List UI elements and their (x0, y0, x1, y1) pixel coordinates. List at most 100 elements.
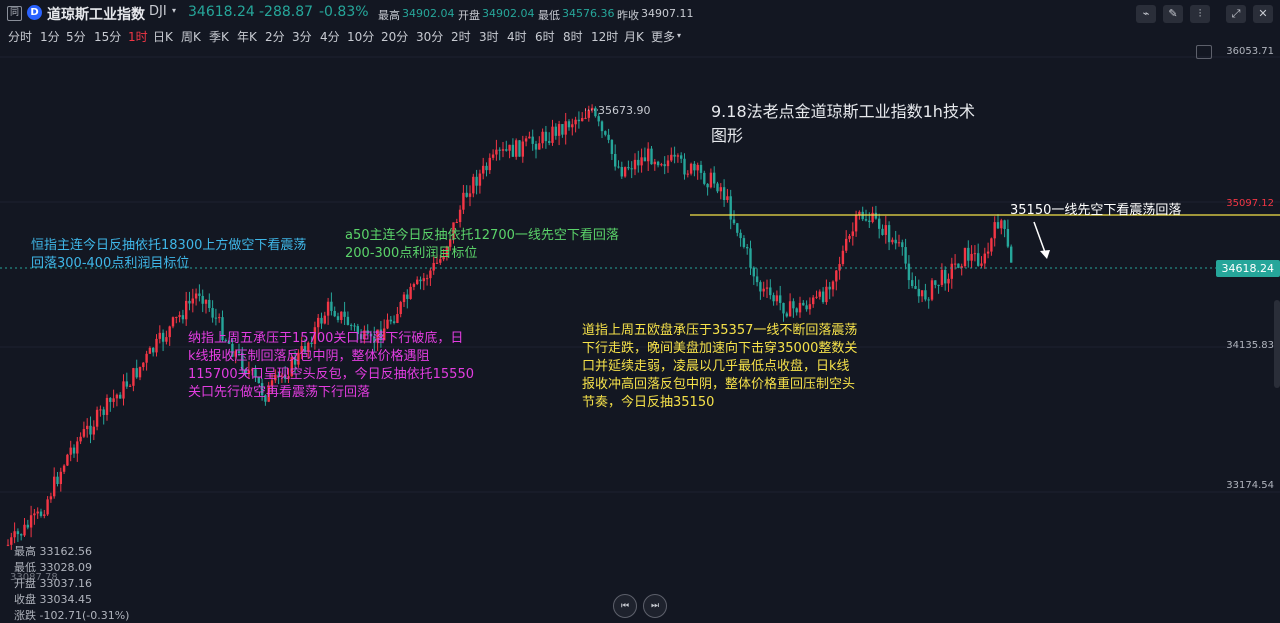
candle-body (399, 302, 402, 315)
candle-body (620, 167, 623, 177)
candle-body (472, 176, 475, 194)
candle-body (336, 316, 340, 320)
candle-body (125, 381, 128, 387)
candle-body (389, 319, 392, 322)
interval-tab[interactable]: 月K (624, 28, 644, 45)
skip-back-icon[interactable]: ⏮ (613, 594, 637, 618)
candle-body (152, 347, 155, 353)
interval-tab[interactable]: 2时 (451, 28, 471, 45)
candle-body (148, 347, 152, 354)
candle-body (963, 247, 967, 267)
candle-body (577, 119, 581, 122)
candle-body (145, 353, 148, 363)
expand-icon[interactable]: ⤢ (1226, 5, 1246, 23)
interval-tab[interactable]: 日K (153, 28, 173, 45)
interval-tab[interactable]: 5分 (66, 28, 86, 45)
candle-body (884, 225, 887, 235)
interval-tab[interactable]: 12时 (591, 28, 618, 45)
symbol-name[interactable]: 道琼斯工业指数 (47, 4, 145, 24)
pencil-icon[interactable]: ✎ (1163, 5, 1183, 23)
chart-indicator-icon[interactable]: ⌁ (1136, 5, 1156, 23)
interval-tab[interactable]: 15分 (94, 28, 121, 45)
candle-body (181, 315, 185, 320)
candle-body (986, 251, 990, 254)
axis-label: 34135.83 (1226, 340, 1274, 351)
interval-tab[interactable]: 分时 (8, 28, 32, 45)
interval-tab[interactable]: 3分 (292, 28, 312, 45)
candle-body (419, 279, 422, 282)
exchange-badge-icon: D (27, 5, 42, 20)
candle-body (204, 299, 208, 304)
skip-forward-icon[interactable]: ⏭ (643, 594, 667, 618)
candle-body (977, 253, 980, 266)
candle-body (795, 308, 798, 313)
interval-tab[interactable]: 30分 (416, 28, 443, 45)
candle-body (92, 426, 95, 435)
candle-body (581, 118, 584, 122)
nasdaq-note: 纳指上周五承压于15700关口回落下行破底，日 k线报收压制回落反包中阴，整体价… (188, 331, 474, 400)
interval-tab[interactable]: 20分 (381, 28, 408, 45)
candle-body (815, 296, 818, 298)
chevron-down-icon[interactable]: ▾ (677, 31, 681, 40)
candle-body (185, 300, 188, 320)
candle-body (175, 316, 178, 318)
interval-tab[interactable]: 1分 (40, 28, 60, 45)
candlestick-icon[interactable]: ⫶ (1190, 5, 1210, 23)
scale-toggle-icon[interactable] (1196, 45, 1212, 59)
candle-body (686, 173, 689, 175)
interval-tab[interactable]: 6时 (535, 28, 555, 45)
interval-tab-active[interactable]: 1时 (128, 28, 148, 45)
candle-body (198, 293, 201, 296)
candle-body (818, 291, 821, 297)
symbol-dropdown-icon[interactable]: ▾ (172, 6, 176, 15)
candle-body (39, 511, 43, 516)
interval-tab[interactable]: 年K (237, 28, 257, 45)
candle-body (138, 367, 142, 378)
candle-body (607, 134, 610, 140)
interval-tab[interactable]: 2分 (265, 28, 285, 45)
candle-body (82, 429, 86, 437)
interval-tab[interactable]: 10分 (347, 28, 374, 45)
candle-body (798, 302, 802, 313)
resistance-axis-label: 35097.12 (1226, 198, 1274, 209)
candle-body (13, 531, 16, 538)
candle-body (406, 294, 409, 299)
candle-body (518, 140, 521, 157)
candle-body (6, 544, 10, 546)
interval-tab[interactable]: 周K (181, 28, 201, 45)
a50-note: a50主连今日反抽依托12700一线先空下看回落 200-300点利润目标位 (345, 228, 619, 261)
interval-tab[interactable]: 8时 (563, 28, 583, 45)
candle-body (940, 269, 944, 285)
candle-body (808, 304, 812, 310)
candle-body (729, 196, 732, 220)
candle-body (894, 239, 897, 244)
candle-body (927, 299, 930, 301)
candle-body (990, 238, 993, 252)
interval-tab[interactable]: 4时 (507, 28, 527, 45)
interval-tab[interactable]: 季K (209, 28, 229, 45)
candle-body (835, 270, 838, 282)
candle-body (201, 295, 204, 304)
candle-body (155, 338, 158, 353)
close-icon[interactable]: ✕ (1253, 5, 1273, 23)
symbol-code[interactable]: DJI (149, 4, 167, 19)
candle-body (917, 288, 920, 297)
candle-body (105, 397, 109, 415)
candle-body (828, 286, 831, 290)
candle-body (462, 192, 465, 210)
candle-body (501, 149, 505, 151)
candle-body (115, 394, 119, 399)
interval-tab[interactable]: 4分 (320, 28, 340, 45)
candle-body (511, 144, 515, 157)
interval-tab[interactable]: 3时 (479, 28, 499, 45)
candle-body (980, 263, 983, 266)
candle-body (901, 242, 904, 248)
candle-body (69, 447, 72, 455)
price-scale-scrollbar[interactable] (1274, 300, 1280, 388)
candle-body (779, 295, 782, 303)
candle-body (627, 167, 630, 169)
candle-body (79, 436, 82, 442)
interval-more[interactable]: 更多 (651, 28, 675, 45)
candle-body (785, 313, 788, 317)
candle-body (663, 164, 666, 167)
